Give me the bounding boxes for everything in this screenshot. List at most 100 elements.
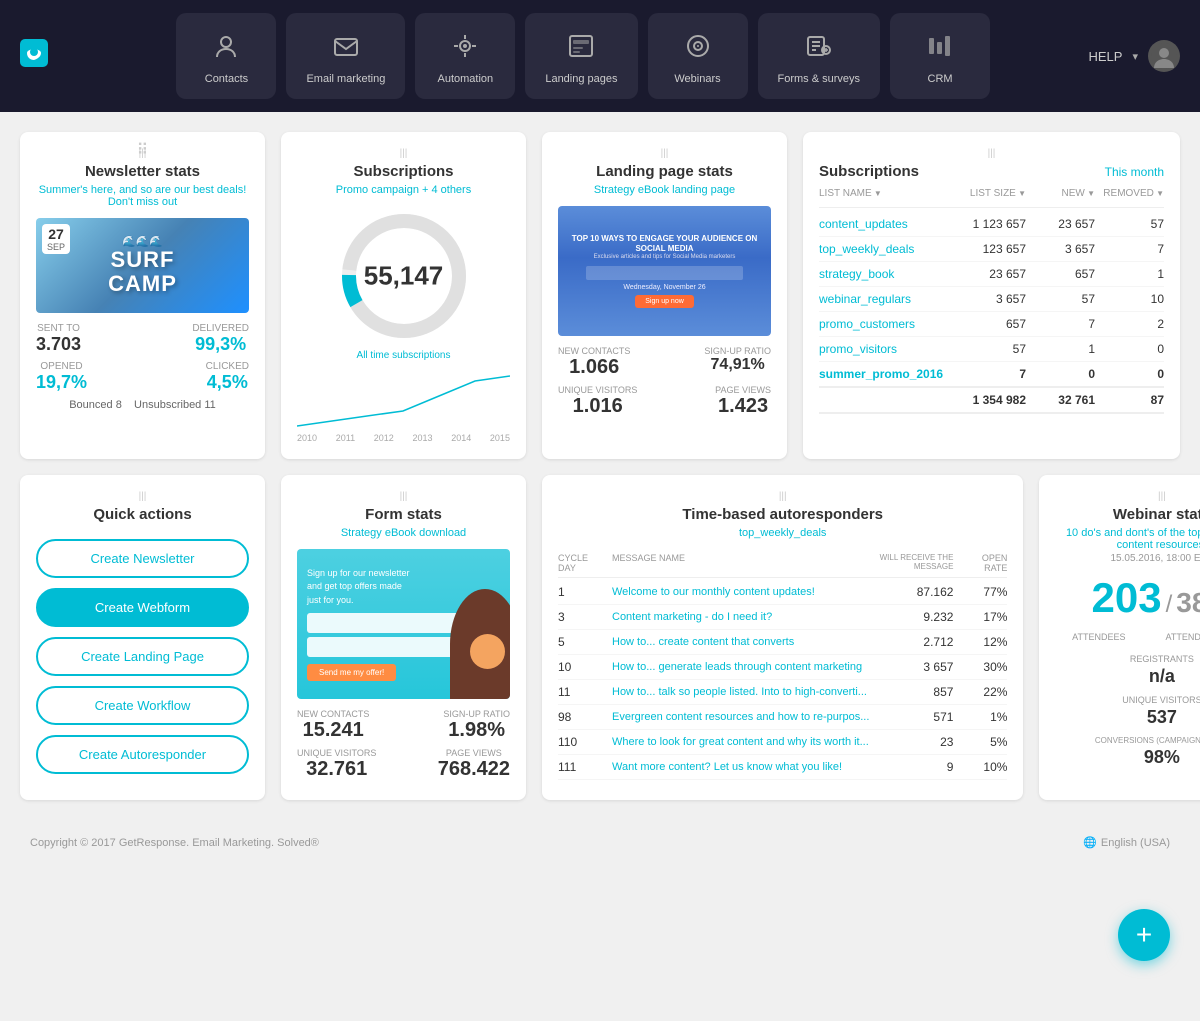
ar-open-rate: 10% xyxy=(957,760,1007,774)
quick-action-btn[interactable]: Create Landing Page xyxy=(36,637,249,676)
list-removed: 7 xyxy=(1095,242,1164,256)
ar-message-name[interactable]: How to... talk so people listed. Into to… xyxy=(612,686,869,698)
newsletter-stats-card: ⠿ ||| Newsletter stats Summer's here, an… xyxy=(20,132,265,459)
donut-chart: 55,147 xyxy=(334,206,474,346)
nav-contacts[interactable]: Contacts xyxy=(176,13,276,99)
list-new: 1 xyxy=(1026,342,1095,356)
ar-open-rate: 22% xyxy=(957,685,1007,699)
webinars-label: Webinars xyxy=(674,73,720,85)
ar-message-name[interactable]: Welcome to our monthly content updates! xyxy=(612,586,869,598)
ar-row: 11 How to... talk so people listed. Into… xyxy=(558,680,1007,705)
webinars-icon xyxy=(679,27,717,65)
ar-message-name[interactable]: How to... create content that converts xyxy=(612,636,869,648)
col-new[interactable]: NEW xyxy=(1026,188,1095,199)
ar-row: 3 Content marketing - do I need it? 9.23… xyxy=(558,605,1007,630)
ar-cycle-day: 3 xyxy=(558,610,608,624)
form-submit-btn-mock: Send me my offer! xyxy=(307,664,396,681)
signup-ratio-val: 74,91% xyxy=(704,356,771,374)
form-page-views: 768.422 xyxy=(438,758,510,781)
webinar-labels: ATTENDEES ATTENDANCE RATE xyxy=(1055,632,1200,642)
email-label: Email marketing xyxy=(306,73,385,85)
logo[interactable] xyxy=(20,39,48,73)
form-stats-title: Form stats xyxy=(297,506,510,523)
ar-row: 10 How to... generate leads through cont… xyxy=(558,655,1007,680)
nav-crm[interactable]: CRM xyxy=(890,13,990,99)
landing-page-preview: TOP 10 WAYS TO ENGAGE YOUR AUDIENCE ON S… xyxy=(558,206,771,336)
ar-open-rate: 30% xyxy=(957,660,1007,674)
subs-table-period: This month xyxy=(1105,165,1164,179)
ar-message-name[interactable]: How to... generate leads through content… xyxy=(612,661,869,673)
nav-landing[interactable]: Landing pages xyxy=(525,13,637,99)
total-new: 32 761 xyxy=(1026,393,1095,407)
webinar-unique-visitors: 537 xyxy=(1055,707,1200,728)
ar-table-header: CYCLE DAY MESSAGE NAME WILL RECEIVE THE … xyxy=(558,549,1007,578)
quick-action-btn[interactable]: Create Newsletter xyxy=(36,539,249,578)
list-name-link[interactable]: strategy_book xyxy=(819,267,957,281)
quick-action-buttons: Create Newsletter Create Webform Create La… xyxy=(36,539,249,784)
ar-row: 98 Evergreen content resources and how t… xyxy=(558,705,1007,730)
donut-number: 55,147 xyxy=(364,261,444,292)
list-name-link[interactable]: webinar_regulars xyxy=(819,292,957,306)
nav-email[interactable]: Email marketing xyxy=(286,13,405,99)
ar-cycle-day: 110 xyxy=(558,735,608,749)
subs-table-title: Subscriptions xyxy=(819,163,919,180)
nav-automation[interactable]: Automation xyxy=(415,13,515,99)
list-removed: 0 xyxy=(1095,342,1164,356)
page-views-val: 1.423 xyxy=(715,395,771,418)
top-navigation: Contacts Email marketing Automation Land… xyxy=(0,0,1200,112)
total-size: 1 354 982 xyxy=(957,393,1026,407)
table-header: LIST NAME LIST SIZE NEW REMOVED xyxy=(819,184,1164,208)
list-name-link[interactable]: promo_visitors xyxy=(819,342,957,356)
ar-message-name[interactable]: Want more content? Let us know what you … xyxy=(612,761,869,773)
help-button[interactable]: HELP xyxy=(1089,49,1123,64)
form-stats-card: ||| Form stats Strategy eBook download S… xyxy=(281,475,526,800)
nav-forms[interactable]: Forms & surveys xyxy=(758,13,881,99)
user-avatar[interactable] xyxy=(1148,40,1180,72)
ar-will-receive: 2.712 xyxy=(873,635,953,649)
ar-message-name[interactable]: Evergreen content resources and how to r… xyxy=(612,711,869,723)
ar-will-receive: 571 xyxy=(873,710,953,724)
fab-button[interactable]: + xyxy=(1118,909,1170,961)
opened-value: 19,7% xyxy=(36,372,87,393)
list-size: 57 xyxy=(957,342,1026,356)
list-new: 57 xyxy=(1026,292,1095,306)
quick-actions-card: ||| Quick actions Create NewsletterCreat… xyxy=(20,475,265,800)
newsletter-image: 🌊🌊🌊 SURFCAMP 27 SEP xyxy=(36,218,249,313)
subscriptions-donut-title: Subscriptions xyxy=(297,163,510,180)
list-name-link[interactable]: content_updates xyxy=(819,217,957,231)
list-removed: 2 xyxy=(1095,317,1164,331)
col-list-size[interactable]: LIST SIZE xyxy=(957,188,1026,199)
email-icon xyxy=(327,27,365,65)
registrants-value: n/a xyxy=(1055,666,1200,687)
list-name-link[interactable]: top_weekly_deals xyxy=(819,242,957,256)
table-row: content_updates 1 123 657 23 657 57 xyxy=(819,212,1164,237)
nav-webinars[interactable]: Webinars xyxy=(648,13,748,99)
delivered-value: 99,3% xyxy=(192,334,249,355)
chart-labels: 2010 2011 2012 2013 2014 2015 xyxy=(297,433,510,443)
list-name-link[interactable]: summer_promo_2016 xyxy=(819,367,957,381)
conversions-value: 98% xyxy=(1055,747,1200,768)
quick-action-btn[interactable]: Create Autoresponder xyxy=(36,735,249,774)
lp-subtitle-text: Exclusive articles and tips for Social M… xyxy=(566,254,763,260)
new-contacts-val: 1.066 xyxy=(558,356,630,379)
ar-row: 1 Welcome to our monthly content updates… xyxy=(558,580,1007,605)
quick-action-btn[interactable]: Create Webform xyxy=(36,588,249,627)
col-list-name[interactable]: LIST NAME xyxy=(819,188,957,199)
list-new: 657 xyxy=(1026,267,1095,281)
table-row: summer_promo_2016 7 0 0 xyxy=(819,362,1164,388)
ar-message-name[interactable]: Content marketing - do I need it? xyxy=(612,611,869,623)
list-new: 23 657 xyxy=(1026,217,1095,231)
form-unique-visitors: 32.761 xyxy=(297,758,376,781)
quick-action-btn[interactable]: Create Workflow xyxy=(36,686,249,725)
ar-message-name[interactable]: Where to look for great content and why … xyxy=(612,736,869,748)
footer-language[interactable]: 🌐 English (USA) xyxy=(1083,836,1170,849)
landing-title: Landing page stats xyxy=(558,163,771,180)
landing-stats-card: ||| Landing page stats Strategy eBook la… xyxy=(542,132,787,459)
nav-items: Contacts Email marketing Automation Land… xyxy=(78,13,1089,99)
form-signup-ratio: 1.98% xyxy=(443,719,510,742)
list-name-link[interactable]: promo_customers xyxy=(819,317,957,331)
col-removed[interactable]: REMOVED xyxy=(1095,188,1164,199)
lp-stats-top: NEW CONTACTS 1.066 SIGN-UP RATIO 74,91% xyxy=(558,346,771,379)
lp-signup-btn[interactable]: Sign up now xyxy=(635,295,694,308)
drag-handle[interactable]: ⠿ xyxy=(137,140,149,160)
